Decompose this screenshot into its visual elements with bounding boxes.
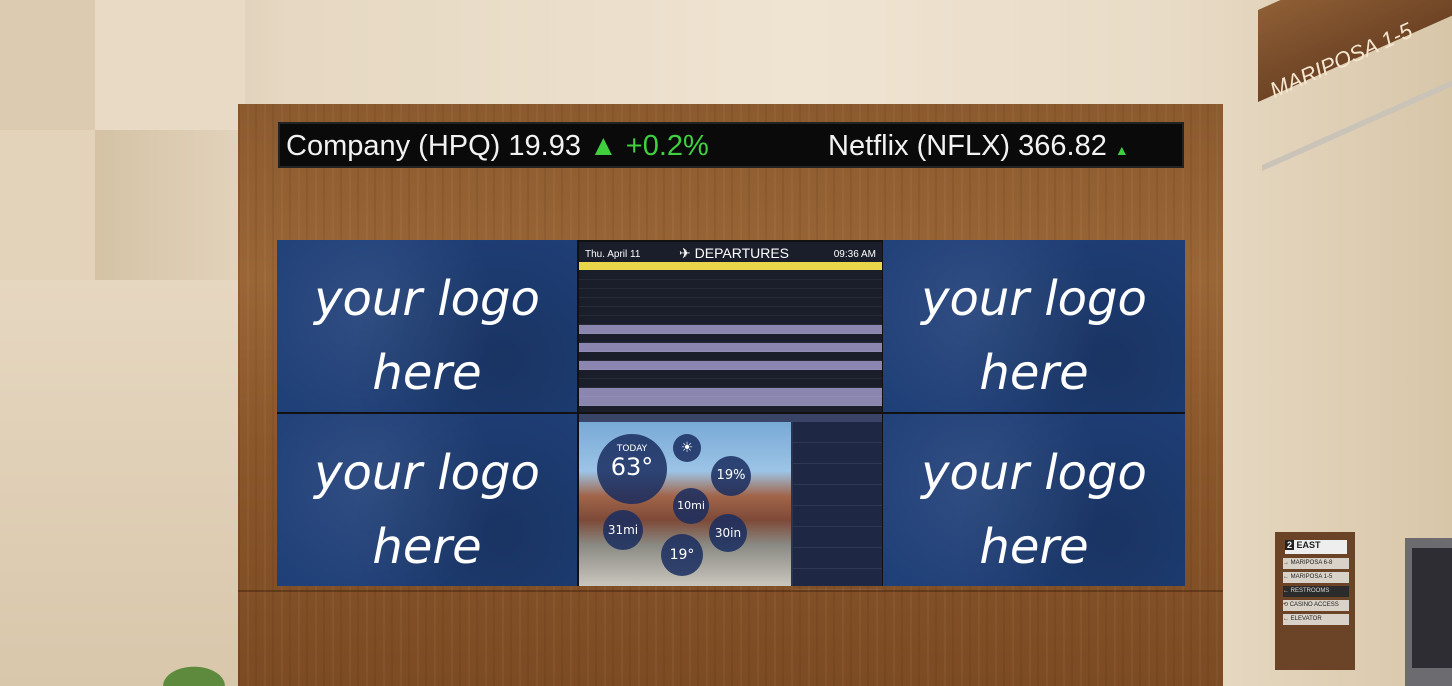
departures-column-header — [579, 262, 882, 270]
departure-row — [579, 316, 882, 325]
departures-header: Thu. April 11 ✈ DEPARTURES 09:36 AM — [579, 245, 882, 262]
logo-placeholder: your logo here — [921, 445, 1147, 575]
weather-location-bar — [579, 414, 882, 422]
forecast-row — [793, 464, 882, 485]
departure-row — [579, 280, 882, 289]
forecast-row — [793, 485, 882, 506]
departure-row — [579, 307, 882, 316]
ticker-symbol-text: Company (HPQ) 19.93 — [286, 130, 581, 162]
departure-row — [579, 379, 882, 388]
wall-column — [0, 280, 240, 686]
directory-item: ← RESTROOMS — [1283, 586, 1349, 597]
forecast-row — [793, 506, 882, 527]
logo-tile-top-left: your logo here — [277, 240, 577, 412]
departures-title: ✈ DEPARTURES — [679, 245, 789, 262]
logo-placeholder: your logo here — [921, 271, 1147, 401]
logo-placeholder: your logo here — [314, 445, 540, 575]
departures-title-text: DEPARTURES — [694, 245, 790, 261]
directory-item: ← MARIPOSA 1-5 — [1283, 572, 1349, 583]
pressure-bubble: 30in — [709, 514, 747, 552]
logo-placeholder: your logo here — [314, 271, 540, 401]
humidity-bubble: 19% — [711, 456, 751, 496]
departures-rows — [579, 271, 882, 415]
weather-panel: TODAY 63° ☀ 19% 10mi 31mi 19° 30in — [579, 414, 882, 590]
forecast-row — [793, 443, 882, 464]
departure-row — [579, 388, 882, 397]
departure-row — [579, 289, 882, 298]
departures-date: Thu. April 11 — [585, 249, 641, 260]
logo-tile-top-right: your logo here — [883, 240, 1185, 412]
departure-row — [579, 361, 882, 370]
departures-board: Thu. April 11 ✈ DEPARTURES 09:36 AM — [579, 242, 882, 415]
departure-row — [579, 325, 882, 334]
plane-icon: ✈ — [679, 245, 691, 261]
low-temp-bubble: 19° — [661, 534, 703, 576]
departure-row — [579, 352, 882, 361]
directory-sign: 2 EAST → MARIPOSA 6-8 ← MARIPOSA 1-5 ← R… — [1275, 532, 1355, 670]
up-arrow-icon: ▲ — [1114, 142, 1129, 158]
wind-bubble: 10mi — [673, 488, 709, 524]
ticker-symbol-text: Netflix (NFLX) 366.82 — [828, 130, 1107, 162]
ticker-item-hpq: Company (HPQ) 19.93 ▲ +0.2% — [286, 130, 709, 163]
wall-column — [95, 0, 245, 130]
forecast-list — [793, 422, 882, 590]
departure-row — [579, 298, 882, 307]
stock-ticker: Company (HPQ) 19.93 ▲ +0.2% Netflix (NFL… — [278, 122, 1184, 168]
departure-row — [579, 334, 882, 343]
departure-row — [579, 343, 882, 352]
forecast-row — [793, 548, 882, 569]
forecast-row — [793, 422, 882, 443]
directory-heading: 2 EAST — [1285, 540, 1347, 554]
logo-tile-bottom-right: your logo here — [883, 414, 1185, 586]
departures-time: 09:36 AM — [833, 249, 876, 260]
logo-tile-bottom-left: your logo here — [277, 414, 577, 586]
directory-item: ⟲ CASINO ACCESS — [1283, 600, 1349, 611]
departure-row — [579, 397, 882, 406]
video-wall: your logo here your logo here your logo … — [277, 240, 1185, 590]
kiosk-screen — [1412, 548, 1452, 668]
directory-item: → MARIPOSA 6-8 — [1283, 558, 1349, 569]
up-arrow-icon: ▲ — [589, 130, 618, 162]
level-number: 2 — [1285, 540, 1295, 550]
plant-leaves — [162, 656, 242, 686]
today-temp: 63° — [610, 453, 654, 481]
directory-heading-text: EAST — [1296, 540, 1321, 550]
ticker-change: +0.2% — [625, 130, 709, 162]
today-bubble: TODAY 63° — [597, 434, 667, 504]
wall-column — [0, 0, 95, 130]
wood-seam — [238, 590, 1223, 592]
forecast-row — [793, 569, 882, 590]
ticker-item-nflx: Netflix (NFLX) 366.82 ▲ — [828, 130, 1129, 163]
forecast-row — [793, 527, 882, 548]
departure-row — [579, 370, 882, 379]
departure-row — [579, 271, 882, 280]
visibility-bubble: 31mi — [603, 510, 643, 550]
wall-column — [0, 130, 95, 280]
directory-item: ← ELEVATOR — [1283, 614, 1349, 625]
sun-cloud-icon: ☀ — [673, 434, 701, 462]
